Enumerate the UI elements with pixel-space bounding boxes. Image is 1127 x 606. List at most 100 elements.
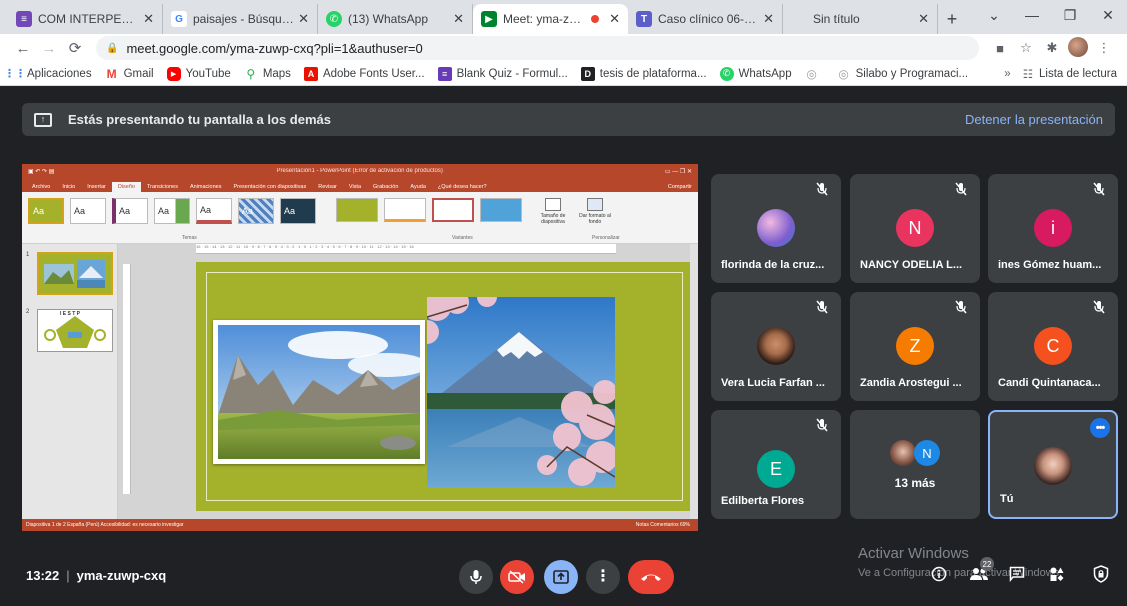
tab-label: COM INTERPERSONAL <box>38 12 139 26</box>
restore-button[interactable]: ❐ <box>1051 7 1089 24</box>
tab-caso-clinico[interactable]: T Caso clínico 06-2019 ✕ <box>628 4 783 34</box>
bookmark-adobe-fonts[interactable]: A Adobe Fonts User... <box>303 66 425 81</box>
participant-tile-ines[interactable]: i ines Gómez huam... <box>988 174 1118 283</box>
bookmark-silabo[interactable]: ◎ Silabo y Programaci... <box>837 67 968 81</box>
tab-paisajes-search[interactable]: G paisajes - Búsqueda d ✕ <box>163 4 318 34</box>
editor-scrollbar[interactable] <box>690 244 698 519</box>
ppt-tab-inicio[interactable]: Inicio <box>56 182 81 192</box>
slide-size-button[interactable]: Tamaño de diapositiva <box>536 198 570 225</box>
camera-off-button[interactable] <box>500 560 534 594</box>
participant-name: florinda de la cruz... <box>721 259 825 271</box>
theme-thumb[interactable]: Aa <box>154 198 190 224</box>
ppt-tab-diseno[interactable]: Diseño <box>111 182 141 192</box>
more-options-icon[interactable]: ••• <box>1090 418 1110 438</box>
bookmark-apps[interactable]: ⋮⋮ Aplicaciones <box>4 67 92 81</box>
tab-search-icon[interactable]: ⌄ <box>975 7 1013 24</box>
theme-thumb[interactable]: Aa <box>280 198 316 224</box>
current-slide[interactable] <box>196 262 693 511</box>
ppt-tab-presentacion[interactable]: Presentación con diapositivas <box>227 182 312 192</box>
leave-call-button[interactable] <box>628 560 674 594</box>
ppt-tab-ayuda[interactable]: Ayuda <box>404 182 432 192</box>
host-controls-button[interactable] <box>1088 562 1114 586</box>
participant-name: Edilberta Flores <box>721 495 805 507</box>
extensions-icon[interactable]: ✱ <box>1039 40 1065 56</box>
ppt-tab-animaciones[interactable]: Animaciones <box>184 182 228 192</box>
bookmark-star-icon[interactable]: ☆ <box>1013 40 1039 56</box>
theme-thumb[interactable]: Aa <box>70 198 106 224</box>
activities-button[interactable] <box>1044 562 1070 586</box>
ppt-tab-transiciones[interactable]: Transiciones <box>141 182 184 192</box>
variant-thumb[interactable] <box>384 198 426 222</box>
meeting-code[interactable]: yma-zuwp-cxq <box>77 568 167 583</box>
participant-tile-self[interactable]: ••• Tú <box>988 410 1118 519</box>
variant-thumb[interactable] <box>432 198 474 222</box>
tab-label: paisajes - Búsqueda d <box>193 12 294 26</box>
mountain-meadow-image[interactable] <box>213 320 428 464</box>
url-field[interactable]: 🔒 meet.google.com/yma-zuwp-cxq?pli=1&aut… <box>96 36 979 60</box>
slide-thumbnail-2[interactable]: I E S T P <box>37 309 113 352</box>
participant-tile-more[interactable]: N 13 más <box>850 410 980 519</box>
present-now-button[interactable] <box>544 560 578 594</box>
close-icon[interactable]: ✕ <box>918 11 929 27</box>
menu-icon[interactable]: ⋮ <box>1091 40 1117 56</box>
theme-thumb[interactable]: Aa <box>196 198 232 224</box>
ppt-tab-archivo[interactable]: Archivo <box>26 182 56 192</box>
ppt-tab-grabacion[interactable]: Grabación <box>367 182 404 192</box>
forward-button[interactable]: → <box>36 40 62 57</box>
participant-tile-zandia[interactable]: Z Zandia Arostegui ... <box>850 292 980 401</box>
bookmark-globe[interactable]: ◎ <box>805 67 824 81</box>
ppt-tab-vista[interactable]: Vista <box>343 182 367 192</box>
close-icon[interactable]: ✕ <box>763 11 774 27</box>
chat-button[interactable] <box>1004 562 1030 586</box>
variant-thumb[interactable] <box>480 198 522 222</box>
mount-fuji-image[interactable] <box>415 287 618 487</box>
participant-tile-nancy[interactable]: N NANCY ODELIA L... <box>850 174 980 283</box>
reading-list-button[interactable]: Lista de lectura <box>1039 68 1117 80</box>
microphone-button[interactable] <box>459 560 493 594</box>
variant-thumb[interactable] <box>336 198 378 222</box>
stop-presenting-button[interactable]: Detener la presentación <box>965 112 1103 127</box>
new-tab-button[interactable]: + <box>938 4 966 34</box>
tab-sin-titulo[interactable]: Sin título ✕ <box>783 4 938 34</box>
bookmark-gmail[interactable]: M Gmail <box>105 67 154 81</box>
mic-off-icon <box>816 182 828 196</box>
close-window-button[interactable]: ✕ <box>1089 7 1127 24</box>
tab-com-interpersonal[interactable]: ≡ COM INTERPERSONAL ✕ <box>8 4 163 34</box>
bookmark-whatsapp[interactable]: ✆ WhatsApp <box>719 66 792 81</box>
tab-meet[interactable]: ▶ Meet: yma-zuwp- ✕ <box>473 4 628 34</box>
bookmark-label: tesis de plataforma... <box>599 67 707 80</box>
reload-button[interactable]: ⟳ <box>62 39 88 57</box>
bookmark-youtube[interactable]: ▶ YouTube <box>166 66 231 81</box>
meeting-details-button[interactable] <box>926 562 952 586</box>
people-button[interactable]: 22 <box>966 557 994 586</box>
profile-avatar[interactable] <box>1065 36 1091 60</box>
ppt-tab-insertar[interactable]: Insertar <box>81 182 112 192</box>
format-background-button[interactable]: Dar formato al fondo <box>578 198 612 225</box>
camera-icon[interactable]: ■ <box>987 41 1013 56</box>
bookmark-tesis[interactable]: Dtesis de plataforma... <box>580 66 707 81</box>
close-icon[interactable]: ✕ <box>453 11 464 27</box>
ppt-tell-me[interactable]: ¿Qué desea hacer? <box>432 182 493 192</box>
ppt-tab-revisar[interactable]: Revisar <box>312 182 343 192</box>
ppt-share-button[interactable]: Compartir <box>662 182 698 192</box>
bookmark-maps[interactable]: ⚲ Maps <box>244 67 291 81</box>
participant-tile-florinda[interactable]: florinda de la cruz... <box>711 174 841 283</box>
slide-editor: 16 · 15 · 14 · 13 · 12 · 11 · 10 · 9 · 8… <box>118 244 698 519</box>
microphone-icon <box>470 570 482 584</box>
close-icon[interactable]: ✕ <box>298 11 309 27</box>
tab-whatsapp[interactable]: ✆ (13) WhatsApp ✕ <box>318 4 473 34</box>
theme-thumb[interactable]: Aa <box>238 198 274 224</box>
back-button[interactable]: ← <box>10 40 36 57</box>
participant-tile-vera[interactable]: Vera Lucia Farfan ... <box>711 292 841 401</box>
bookmark-blank-quiz[interactable]: ≡ Blank Quiz - Formul... <box>437 66 568 81</box>
theme-thumb[interactable]: Aa <box>28 198 64 224</box>
slide-thumbnail-1[interactable] <box>37 252 113 295</box>
close-icon[interactable]: ✕ <box>143 11 154 27</box>
participant-tile-candi[interactable]: C Candi Quintanaca... <box>988 292 1118 401</box>
theme-thumb[interactable]: Aa <box>112 198 148 224</box>
close-icon[interactable]: ✕ <box>609 11 620 27</box>
more-bookmarks-button[interactable]: » <box>1004 68 1010 80</box>
minimize-button[interactable]: — <box>1013 7 1051 23</box>
more-options-button[interactable]: ⋮ <box>586 560 620 594</box>
participant-tile-edilberta[interactable]: E Edilberta Flores <box>711 410 841 519</box>
